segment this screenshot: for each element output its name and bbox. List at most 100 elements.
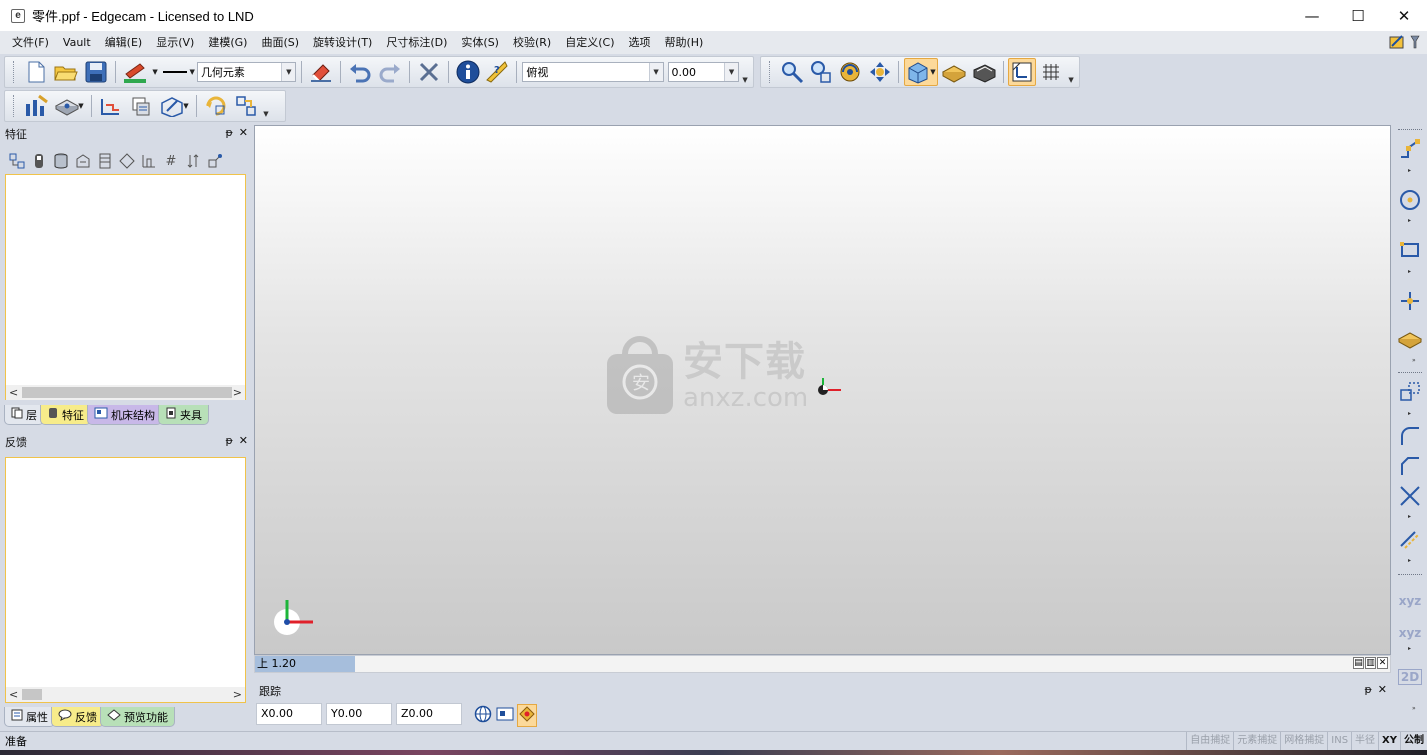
- insert-mode-indicator[interactable]: INS: [1327, 732, 1351, 751]
- chevron-down-icon[interactable]: ▼: [648, 63, 663, 81]
- save-icon[interactable]: [82, 58, 110, 86]
- scroll-thumb[interactable]: [22, 387, 232, 398]
- stock-view-icon[interactable]: [970, 58, 998, 86]
- close-icon[interactable]: ✕: [239, 434, 248, 447]
- open-folder-icon[interactable]: [52, 58, 80, 86]
- snap-mode-icon[interactable]: [517, 704, 537, 727]
- redo-icon[interactable]: [376, 58, 404, 86]
- menu-edit[interactable]: 编辑(E): [98, 31, 150, 54]
- scroll-right-icon[interactable]: >: [233, 688, 242, 701]
- cpl-icon[interactable]: ▼: [157, 92, 191, 120]
- rectangle-icon[interactable]: [1395, 236, 1425, 264]
- menu-help[interactable]: 帮助(H): [657, 31, 710, 54]
- transform-icon[interactable]: [1395, 378, 1425, 406]
- cylinder-feature-icon[interactable]: [52, 152, 70, 170]
- feature-find-icon[interactable]: [232, 92, 260, 120]
- graphics-viewport[interactable]: [254, 125, 1391, 655]
- menu-geometry[interactable]: 建模(G): [201, 31, 254, 54]
- zoom-extents-icon[interactable]: [807, 58, 834, 86]
- boss-feature-icon[interactable]: [30, 152, 48, 170]
- z-coordinate-field[interactable]: Z0.00: [396, 703, 462, 725]
- toolbar-grip[interactable]: [13, 95, 16, 117]
- line-style-dropdown-arrow[interactable]: ▼: [190, 68, 195, 76]
- entity-type-combo[interactable]: 几何元素 ▼: [196, 62, 297, 82]
- fillet-icon[interactable]: [1395, 422, 1425, 450]
- pocket-feature-icon[interactable]: [118, 152, 136, 170]
- fixture-icon[interactable]: ▼: [52, 92, 86, 120]
- y-coordinate-field[interactable]: Y0.00: [326, 703, 392, 725]
- menu-surface[interactable]: 曲面(S): [254, 31, 306, 54]
- undo-icon[interactable]: [346, 58, 374, 86]
- menu-file[interactable]: 文件(F): [5, 31, 56, 54]
- entity-snap-toggle[interactable]: 元素捕捉: [1233, 732, 1280, 751]
- machine-setup-icon[interactable]: [22, 92, 50, 120]
- eraser-icon[interactable]: [307, 58, 335, 86]
- line-style-icon[interactable]: [160, 58, 190, 86]
- radius-mode-toggle[interactable]: 半径: [1351, 732, 1378, 751]
- color-dropdown-arrow[interactable]: ▼: [152, 68, 157, 76]
- tool-pin-icon[interactable]: [1407, 34, 1423, 50]
- circle-icon[interactable]: [1395, 186, 1425, 214]
- menu-options[interactable]: 选项: [621, 31, 657, 54]
- tile-vertical-icon[interactable]: ▥: [1365, 657, 1376, 669]
- point-icon[interactable]: [1395, 287, 1425, 315]
- toolbar-grip[interactable]: [13, 61, 16, 83]
- menu-turn-design[interactable]: 旋转设计(T): [306, 31, 379, 54]
- close-icon[interactable]: ✕: [239, 126, 248, 139]
- tile-horizontal-icon[interactable]: ▤: [1353, 657, 1364, 669]
- close-button[interactable]: ✕: [1381, 0, 1427, 31]
- edgecam-app-icon[interactable]: e: [11, 8, 25, 23]
- chamfer-icon[interactable]: [1395, 452, 1425, 480]
- scroll-left-icon[interactable]: <: [9, 688, 18, 701]
- close-icon[interactable]: ✕: [1378, 683, 1387, 696]
- x-coordinate-field[interactable]: X0.00: [256, 703, 322, 725]
- profile-feature-icon[interactable]: [140, 152, 158, 170]
- toolpath-icon[interactable]: [97, 92, 125, 120]
- delete-icon[interactable]: [415, 58, 443, 86]
- pin-icon[interactable]: ᵽ: [225, 434, 232, 447]
- viewport-close-icon[interactable]: ✕: [1377, 657, 1388, 669]
- tab-fixtures[interactable]: 夹具: [158, 405, 209, 425]
- toolbar-overflow-icon[interactable]: ▼: [741, 58, 749, 86]
- hash-icon[interactable]: #: [162, 152, 180, 170]
- settings-feature-icon[interactable]: [206, 152, 224, 170]
- surface-plane-icon[interactable]: [1395, 325, 1425, 353]
- grid-snap-toggle[interactable]: 网格捕捉: [1280, 732, 1327, 751]
- chevron-down-icon[interactable]: ▼: [724, 63, 739, 81]
- polyline-icon[interactable]: [1395, 135, 1425, 163]
- toolbar-overflow-icon[interactable]: ▼: [1067, 58, 1075, 86]
- mode-2d-button[interactable]: 2D: [1395, 663, 1425, 691]
- plane-xy-indicator[interactable]: XY: [1378, 732, 1400, 751]
- rotate-view-icon[interactable]: [837, 58, 864, 86]
- color-picker-icon[interactable]: [121, 58, 153, 86]
- sequence-icon[interactable]: [127, 92, 155, 120]
- tab-features[interactable]: 特征: [40, 405, 91, 425]
- sort-icon[interactable]: [184, 152, 202, 170]
- zoom-window-icon[interactable]: [778, 58, 805, 86]
- toolbar-grip[interactable]: [769, 61, 772, 83]
- view-combo[interactable]: 俯视 ▼: [522, 62, 664, 82]
- tab-properties[interactable]: 属性: [4, 707, 55, 727]
- solid-part-icon[interactable]: [940, 58, 968, 86]
- tab-preview[interactable]: 预览功能: [100, 707, 175, 727]
- menu-dimension[interactable]: 尺寸标注(D): [379, 31, 454, 54]
- hole-feature-icon[interactable]: [96, 152, 114, 170]
- info-icon[interactable]: [454, 58, 482, 86]
- units-metric-indicator[interactable]: 公制: [1400, 732, 1427, 751]
- features-hscrollbar[interactable]: < >: [6, 385, 245, 400]
- scroll-thumb[interactable]: [22, 689, 42, 700]
- new-file-icon[interactable]: [22, 58, 50, 86]
- menu-view[interactable]: 显示(V): [149, 31, 201, 54]
- maximize-button[interactable]: ☐: [1335, 0, 1381, 31]
- tab-machine-structure[interactable]: 机床结构: [87, 405, 162, 425]
- cpl-display-icon[interactable]: [1008, 58, 1036, 86]
- measure-icon[interactable]: ?: [484, 58, 512, 86]
- pan-view-icon[interactable]: [866, 58, 893, 86]
- trim-icon[interactable]: [1395, 482, 1425, 510]
- offset-icon[interactable]: [1395, 525, 1425, 553]
- chevron-down-icon[interactable]: ▼: [281, 63, 296, 81]
- cpl-xyz-button[interactable]: xyz: [1395, 587, 1425, 615]
- globe-icon[interactable]: [474, 705, 492, 726]
- minimize-button[interactable]: —: [1289, 0, 1335, 31]
- pin-icon[interactable]: ᵽ: [1364, 683, 1371, 696]
